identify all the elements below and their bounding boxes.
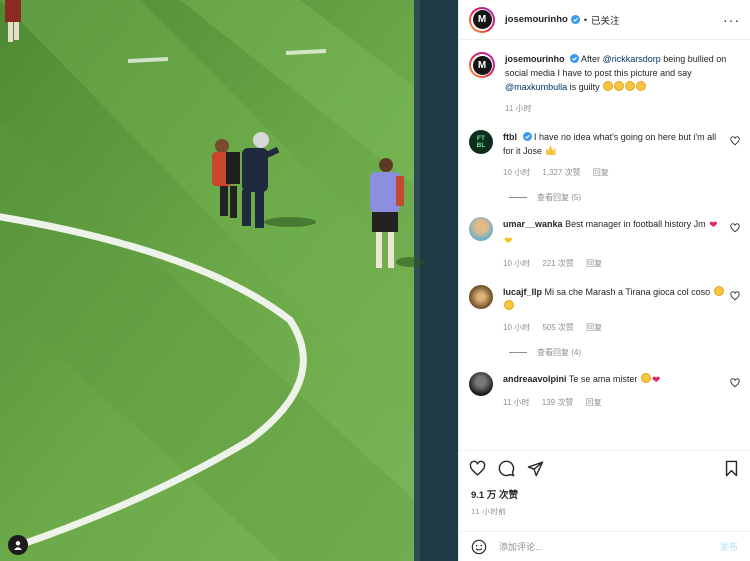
post-header: M josemourinho • 已关注 ··· — [459, 0, 750, 40]
verified-badge-icon — [570, 54, 580, 63]
comment-likes[interactable]: 505 次赞 — [542, 323, 574, 332]
comment-time: 10 小时 — [503, 323, 531, 332]
red-heart-emoji-icon: ❤ — [709, 220, 718, 231]
caption-username[interactable]: josemourinho — [505, 54, 565, 64]
smiley-icon[interactable] — [471, 539, 487, 555]
like-comment-heart-icon[interactable] — [730, 291, 740, 301]
post-image[interactable] — [0, 0, 458, 561]
mourinho-logo-icon: M — [472, 10, 492, 29]
user-tag-icon[interactable] — [8, 535, 28, 555]
grinning-emoji-icon — [713, 286, 724, 296]
view-replies-label: 查看回复 (5) — [537, 193, 581, 202]
divider-line — [509, 352, 527, 353]
like-comment-heart-icon[interactable] — [730, 136, 740, 146]
share-icon[interactable] — [527, 460, 544, 477]
divider-line — [509, 197, 527, 198]
caption-text: is guilty — [567, 82, 600, 92]
view-replies-button[interactable]: 查看回复 (5) — [509, 192, 740, 203]
commenter-avatar[interactable] — [469, 217, 493, 241]
author-username[interactable]: josemourinho — [505, 14, 568, 25]
likes-count[interactable]: 9.1 万 次赞 — [471, 487, 740, 501]
grinning-emoji-icon — [640, 373, 651, 383]
post-caption: M josemourinho After @rickkarsdorp being… — [469, 52, 740, 116]
commenter-avatar[interactable] — [469, 285, 493, 309]
comments-list[interactable]: M josemourinho After @rickkarsdorp being… — [459, 40, 750, 450]
comment-icon[interactable] — [498, 460, 515, 477]
comment-time: 11 小时 — [503, 398, 530, 407]
commenter-username[interactable]: umar__wanka — [503, 219, 563, 229]
comment-likes[interactable]: 221 次赞 — [542, 259, 574, 268]
comment-item: andreaavolpini Te se ama mister ❤ 11 小时 … — [469, 372, 740, 410]
comment-text: I have no idea what's going on here but … — [503, 132, 717, 156]
commenter-avatar[interactable]: FT BL — [469, 130, 493, 154]
caption-author-avatar[interactable]: M — [469, 52, 495, 78]
comment-time: 10 小时 — [503, 259, 531, 268]
post-actions: 9.1 万 次赞 11 小时前 — [459, 450, 750, 517]
caption-text: After — [581, 54, 603, 64]
like-comment-heart-icon[interactable] — [730, 378, 740, 388]
grinning-emoji-icon — [614, 81, 625, 91]
mention-link[interactable]: @rickkarsdorp — [603, 54, 661, 64]
grinning-emoji-icon — [603, 81, 614, 91]
comment-item: umar__wanka Best manager in football his… — [469, 217, 740, 271]
ftbl-logo-icon: FT BL — [476, 135, 486, 149]
comments-panel: M josemourinho • 已关注 ··· M josemourinho … — [458, 0, 750, 561]
commenter-username[interactable]: ftbl — [503, 132, 517, 142]
verified-badge-icon — [522, 132, 532, 141]
like-comment-heart-icon[interactable] — [730, 223, 740, 233]
author-avatar[interactable]: M — [469, 6, 495, 33]
grinning-emoji-icon — [625, 81, 636, 91]
reply-button[interactable]: 回复 — [593, 168, 609, 177]
comment-input[interactable] — [499, 541, 720, 552]
commenter-username[interactable]: andreaavolpini — [503, 374, 567, 384]
reply-button[interactable]: 回复 — [586, 398, 602, 407]
more-options-icon[interactable]: ··· — [723, 12, 740, 28]
rofl-emoji-icon — [636, 81, 647, 91]
commenter-avatar[interactable] — [469, 372, 493, 396]
mourinho-logo-icon: M — [472, 55, 492, 75]
reply-button[interactable]: 回复 — [586, 259, 602, 268]
post-view: M josemourinho • 已关注 ··· M josemourinho … — [0, 0, 750, 561]
view-replies-label: 查看回复 (4) — [537, 348, 581, 357]
yellow-heart-emoji-icon: ❤ — [504, 236, 513, 247]
following-button[interactable]: 已关注 — [591, 13, 620, 27]
grinning-emoji-icon — [504, 300, 514, 310]
football-pitch-photo — [0, 0, 458, 561]
caption-time: 11 小时 — [505, 104, 532, 113]
reply-button[interactable]: 回复 — [586, 323, 602, 332]
mention-link[interactable]: @maxkumbulla — [505, 82, 567, 92]
separator-dot: • — [583, 14, 587, 25]
comment-item: lucajf_llp Mi sa che Marash a Tirana gio… — [469, 285, 740, 335]
comment-likes[interactable]: 139 次赞 — [542, 398, 574, 407]
verified-badge-icon — [570, 15, 580, 24]
comment-text: Best manager in football history Jm — [565, 219, 706, 229]
red-heart-emoji-icon: ❤ — [651, 375, 661, 386]
comment-item: FT BL ftbl I have no idea what's going o… — [469, 130, 740, 180]
comment-likes[interactable]: 1,327 次赞 — [542, 168, 580, 177]
bookmark-icon[interactable] — [723, 460, 740, 477]
view-replies-button[interactable]: 查看回复 (4) — [509, 347, 740, 358]
post-timestamp: 11 小时前 — [471, 507, 507, 516]
comment-text: Te se ama mister — [568, 374, 638, 384]
crown-emoji-icon — [545, 145, 556, 155]
post-comment-button[interactable]: 发布 — [720, 540, 738, 553]
commenter-username[interactable]: lucajf_llp — [503, 287, 542, 297]
comment-text: Mi sa che Marash a Tirana gioca col coso — [544, 287, 711, 297]
comment-time: 10 小时 — [503, 168, 531, 177]
comment-composer: 发布 — [459, 531, 750, 561]
heart-icon[interactable] — [469, 460, 486, 477]
